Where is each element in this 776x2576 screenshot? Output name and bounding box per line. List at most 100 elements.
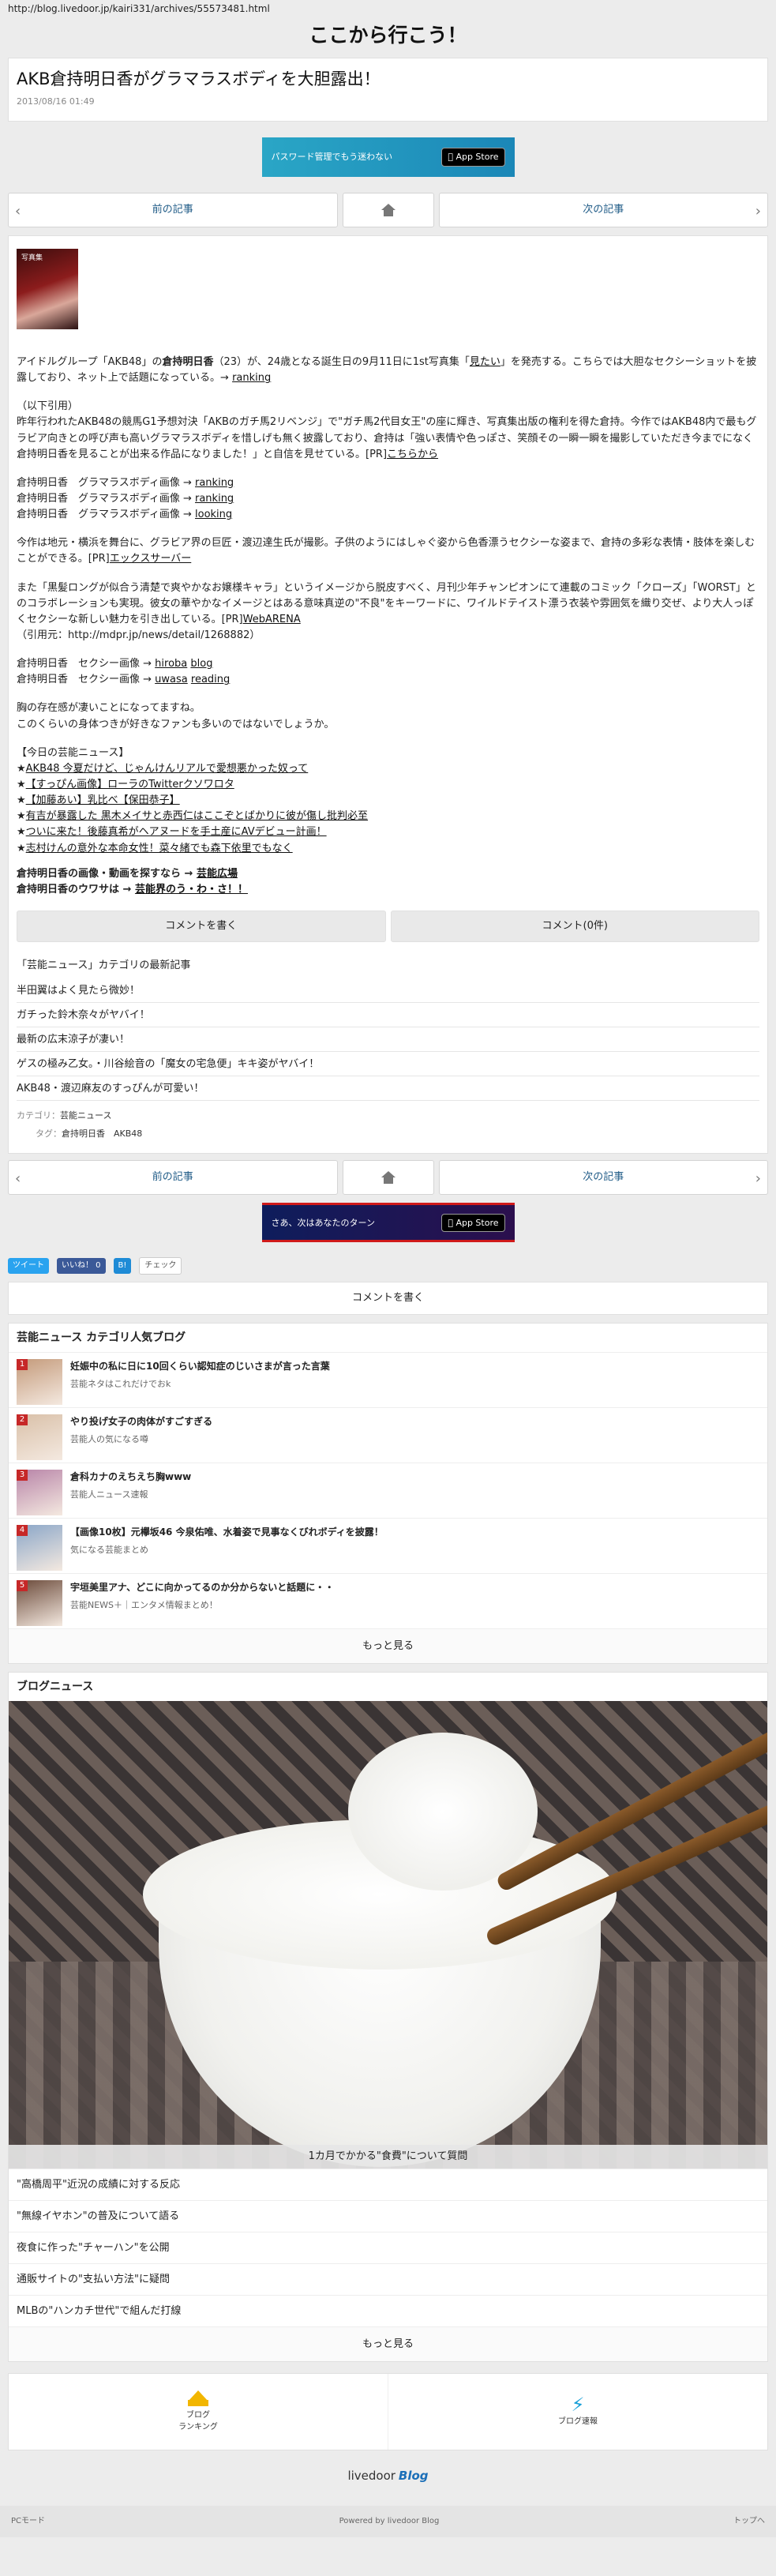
write-comment-bar[interactable]: コメントを書く bbox=[8, 1282, 768, 1316]
like-button[interactable]: いいね！ 0 bbox=[57, 1258, 106, 1274]
article-card: 写真集 アイドルグループ「AKB48」の倉持明日香（23）が、24歳となる誕生日… bbox=[8, 235, 768, 1155]
link-looking[interactable]: looking bbox=[195, 509, 232, 520]
link-uwasa[interactable]: uwasa bbox=[155, 674, 188, 685]
rank-item[interactable]: 4 【画像10枚】元欅坂46 今泉佑唯、水着姿で見事なくびれボディを披露！ 気にな… bbox=[9, 1518, 767, 1573]
share-buttons: ツイート いいね！ 0 B! チェック bbox=[0, 1250, 776, 1282]
blog-bulletin-link[interactable]: ⚡ ブログ速報 bbox=[388, 2374, 767, 2450]
article-title: AKB倉持明日香がグラマラスボディを大胆露出！ bbox=[17, 69, 381, 88]
tag-row: タグ：倉持明日香 AKB48 bbox=[36, 1128, 143, 1140]
category-link[interactable]: 芸能ニュース bbox=[60, 1110, 111, 1121]
link-blog[interactable]: blog bbox=[190, 658, 212, 670]
recent-articles-list: 半田翼はよく見たら微妙！ ガチった鈴木奈々がヤバイ！ 最新の広末涼子が凄い！ ゲ… bbox=[17, 978, 759, 1102]
link-mitai[interactable]: 見たい bbox=[470, 356, 500, 368]
write-comment-button[interactable]: コメントを書く bbox=[17, 910, 386, 942]
rank-source: 芸能人の気になる噂 bbox=[70, 1433, 148, 1444]
rank-item[interactable]: 1 妊娠中の私に日に10回くらい認知症のじいさまが言った言葉 芸能ネタはこれだけで… bbox=[9, 1352, 767, 1407]
ad-banner-top[interactable]: パスワード管理でもう迷わない  App Store bbox=[261, 137, 515, 177]
next-article-button[interactable]: 次の記事 › bbox=[438, 1160, 768, 1196]
recent-articles-title: 「芸能ニュース」カテゴリの最新記事 bbox=[17, 959, 191, 971]
rank-source: 気になる芸能まとめ bbox=[70, 1544, 148, 1555]
rank-number: 1 bbox=[17, 1359, 28, 1371]
link-geinou-hiroba[interactable]: 芸能広場 bbox=[197, 868, 238, 880]
rank-thumb: 1 bbox=[17, 1359, 62, 1406]
pc-mode-link[interactable]: PCモード bbox=[11, 2515, 45, 2528]
article-links-2: 倉持明日香 セクシー画像 → hiroba blog 倉持明日香 セクシー画像 … bbox=[17, 658, 231, 686]
popular-more-button[interactable]: もっと見る bbox=[9, 1628, 767, 1664]
footer-logo[interactable]: livedoor Blog bbox=[0, 2450, 776, 2501]
link-ranking-1[interactable]: ranking bbox=[195, 477, 234, 489]
article-paragraph-5: 胸の存在感が凄いことになってますね。 このくらいの身体つきが好きなファンも多いの… bbox=[17, 702, 335, 730]
list-item[interactable]: "無線イヤホン"の普及について語る bbox=[9, 2200, 767, 2232]
link-reading[interactable]: reading bbox=[191, 674, 230, 685]
tag-links[interactable]: 倉持明日香 AKB48 bbox=[62, 1128, 142, 1139]
category-row: カテゴリ：芸能ニュース bbox=[17, 1110, 112, 1121]
blog-news: ブログニュース 1カ月でかかる"食費"について質問 "高橋周平"近況の成績に対す… bbox=[8, 1672, 768, 2363]
hatena-button[interactable]: B! bbox=[113, 1258, 132, 1274]
rank-source: 芸能NEWS＋｜エンタメ情報まとめ！ bbox=[70, 1599, 218, 1610]
popular-blogs: 芸能ニュース カテゴリ人気ブログ 1 妊娠中の私に日に10回くらい認知症のじいさ… bbox=[8, 1323, 768, 1665]
link-webarena[interactable]: WebARENA bbox=[243, 614, 301, 625]
article-header: AKB倉持明日香がグラマラスボディを大胆露出！ 2013/08/16 01:49 bbox=[8, 58, 768, 122]
link-ranking[interactable]: ranking bbox=[232, 372, 271, 384]
link-ranking-2[interactable]: ranking bbox=[195, 493, 234, 505]
today-news-item[interactable]: 志村けんの意外な本命女性！菜々緒でも森下依里でもなく bbox=[26, 843, 293, 854]
home-button[interactable] bbox=[342, 1160, 434, 1196]
blog-news-more-button[interactable]: もっと見る bbox=[9, 2326, 767, 2362]
tweet-button[interactable]: ツイート bbox=[8, 1258, 49, 1274]
prev-article-button[interactable]: ‹ 前の記事 bbox=[8, 1160, 338, 1196]
chevron-left-icon: ‹ bbox=[15, 1170, 21, 1188]
site-title[interactable]: ここから行こう！ bbox=[0, 17, 776, 58]
rank-item[interactable]: 3 倉科カナのえちえち胸www 芸能人ニュース速報 bbox=[9, 1463, 767, 1518]
article-paragraph-2: （以下引用） 昨年行われたAKB48の競馬G1予想対決「AKBのガチ馬2リベンジ… bbox=[17, 400, 757, 460]
today-news-item[interactable]: 【加藤あい】乳比べ【保田恭子】 bbox=[26, 794, 180, 806]
next-article-button[interactable]: 次の記事 › bbox=[438, 193, 768, 227]
next-article-label: 次の記事 bbox=[583, 203, 624, 216]
today-news: 【今日の芸能ニュース】 ★AKB48 今夏だけど、じゃんけんリアルで愛想悪かった… bbox=[17, 746, 369, 854]
today-news-item[interactable]: AKB48 今夏だけど、じゃんけんリアルで愛想悪かった奴って bbox=[26, 763, 309, 775]
link-geinoukai-uwasa[interactable]: 芸能界のう・わ・さ！！ bbox=[135, 884, 248, 896]
ad-banner-text: さあ、次はあなたのターン bbox=[271, 1217, 375, 1228]
list-item[interactable]: "高橋周平"近況の成績に対する反応 bbox=[9, 2169, 767, 2200]
powered-by: Powered by livedoor Blog bbox=[339, 2517, 440, 2526]
rank-source: 芸能ネタはこれだけでおk bbox=[70, 1378, 171, 1389]
check-button[interactable]: チェック bbox=[139, 1257, 182, 1275]
rank-item[interactable]: 2 やり投げ女子の肉体がすごすぎる 芸能人の気になる噂 bbox=[9, 1407, 767, 1463]
ad-banner-bottom[interactable]: さあ、次はあなたのターン  App Store bbox=[261, 1203, 515, 1243]
list-item[interactable]: 通販サイトの"支払い方法"に疑問 bbox=[9, 2263, 767, 2295]
blog-news-title: ブログニュース bbox=[17, 1680, 94, 1694]
list-item[interactable]: AKB48・渡辺麻友のすっぴんが可愛い！ bbox=[17, 1076, 759, 1102]
link-xserver[interactable]: エックスサーバー bbox=[110, 553, 191, 565]
chevron-right-icon: › bbox=[755, 1170, 761, 1188]
link-kochira[interactable]: こちらから bbox=[387, 449, 438, 460]
prev-article-button[interactable]: ‹ 前の記事 bbox=[8, 193, 338, 227]
rank-source: 芸能人ニュース速報 bbox=[70, 1489, 148, 1500]
news-photo[interactable]: 1カ月でかかる"食費"について質問 bbox=[9, 1701, 767, 2169]
prev-article-label: 前の記事 bbox=[152, 203, 193, 216]
today-news-item[interactable]: ついに来た！後藤真希がヘアヌードを手土産にAVデビュー計画！ bbox=[26, 826, 327, 838]
url-bar: http://blog.livedoor.jp/kairi331/archive… bbox=[0, 0, 776, 17]
list-item[interactable]: MLBの"ハンカチ世代"で組んだ打線 bbox=[9, 2295, 767, 2326]
home-icon bbox=[381, 1171, 395, 1185]
rank-item[interactable]: 5 宇垣美里アナ、どこに向かってるのか分からないと話題に・・ 芸能NEWS＋｜エン… bbox=[9, 1573, 767, 1628]
pager-top: ‹ 前の記事 次の記事 › bbox=[8, 193, 768, 227]
article-photo[interactable]: 写真集 bbox=[17, 249, 78, 329]
app-store-badge[interactable]:  App Store bbox=[441, 1213, 505, 1232]
back-to-top-link[interactable]: トップへ bbox=[733, 2515, 765, 2528]
today-news-item[interactable]: 【すっぴん画像】ローラのTwitterクソワロタ bbox=[26, 779, 234, 790]
article-footer-links: 倉持明日香の画像・動画を探すなら → 芸能広場 倉持明日香のウワサは → 芸能界… bbox=[17, 867, 248, 896]
ad-area-top: パスワード管理でもう迷わない  App Store bbox=[0, 122, 776, 193]
article-paragraph-3: 今作は地元・横浜を舞台に、グラビア界の巨匠・渡辺達生氏が撮影。子供のようにはしゃ… bbox=[17, 537, 755, 565]
article-meta: カテゴリ：芸能ニュース タグ：倉持明日香 AKB48 bbox=[17, 1101, 759, 1140]
today-news-item[interactable]: 有吉が暴露した 黒木メイサと赤西仁はここぞとばかりに彼が傷し批判必至 bbox=[26, 810, 368, 822]
home-button[interactable] bbox=[342, 193, 434, 227]
list-item[interactable]: ガチった鈴木奈々がヤバイ！ bbox=[17, 1003, 759, 1028]
list-item[interactable]: 夜食に作った"チャーハン"を公開 bbox=[9, 2232, 767, 2263]
app-store-badge[interactable]:  App Store bbox=[441, 148, 505, 167]
lightning-icon: ⚡ bbox=[571, 2394, 585, 2416]
list-item[interactable]: ゲスの極み乙女。・川谷絵音の「魔女の宅急便」キキ姿がヤバイ！ bbox=[17, 1052, 759, 1077]
blog-ranking-link[interactable]: ブログ ランキング bbox=[9, 2374, 388, 2450]
comments-count-button[interactable]: コメント(0件) bbox=[390, 910, 759, 942]
list-item[interactable]: 最新の広末涼子が凄い！ bbox=[17, 1027, 759, 1053]
list-item[interactable]: 半田翼はよく見たら微妙！ bbox=[17, 978, 759, 1004]
link-hiroba[interactable]: hiroba bbox=[155, 658, 187, 670]
